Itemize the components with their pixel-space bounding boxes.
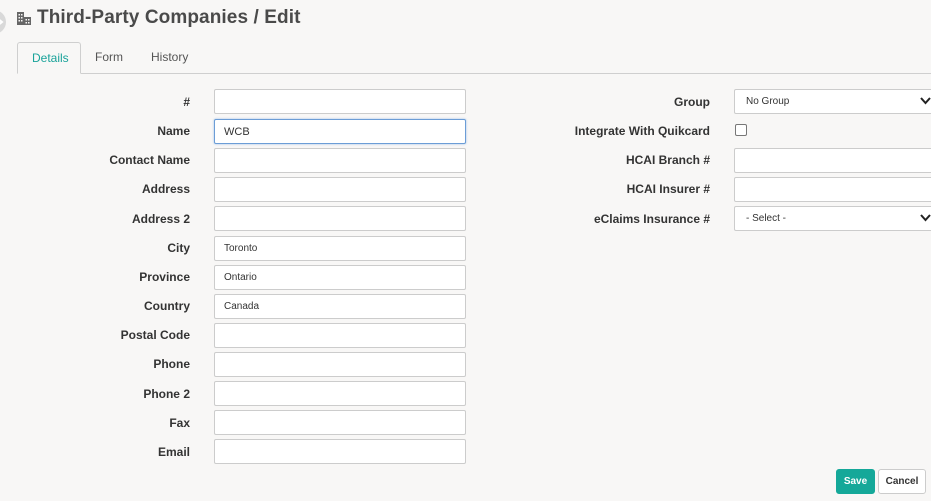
page-header: Third-Party Companies / Edit [17,6,301,30]
chevron-right-icon [0,19,4,25]
name-input[interactable] [214,119,466,144]
name-label: Name [157,124,190,138]
eclaims-insurance-select[interactable]: - Select - [734,206,931,231]
building-icon [17,11,31,25]
eclaims-insurance-label: eClaims Insurance # [593,212,710,226]
country-label: Country [144,299,190,313]
province-input[interactable] [214,265,466,290]
address2-label: Address 2 [131,212,190,226]
save-button[interactable]: Save [836,469,875,494]
tab-bar: Details Form History [17,42,931,74]
country-input[interactable] [214,294,466,319]
fax-label: Fax [169,416,190,430]
phone2-label: Phone 2 [143,387,190,401]
address-input[interactable] [214,177,466,202]
province-label: Province [139,270,190,284]
phone-label: Phone [153,357,190,371]
contact-name-input[interactable] [214,148,466,173]
tab-history[interactable]: History [137,42,202,72]
group-label: Group [674,95,710,109]
postal-code-label: Postal Code [120,328,190,342]
hcai-insurer-input[interactable] [734,177,931,202]
cancel-button[interactable]: Cancel [878,469,926,494]
phone2-input[interactable] [214,381,466,406]
hcai-branch-label: HCAI Branch # [625,153,710,167]
tab-form[interactable]: Form [81,42,137,72]
tab-details[interactable]: Details [17,42,81,74]
email-label: Email [157,445,190,459]
group-select-value: No Group [746,96,790,107]
sidebar-collapse-handle[interactable] [0,10,6,34]
hcai-branch-input[interactable] [734,148,931,173]
chevron-down-icon [920,97,931,105]
chevron-down-icon [920,214,931,222]
email-input[interactable] [214,439,466,464]
integrate-quikcard-checkbox[interactable] [735,124,747,136]
contact-name-label: Contact Name [109,153,190,167]
number-input[interactable] [214,89,466,114]
integrate-quikcard-label: Integrate With Quikcard [574,124,710,138]
city-label: City [167,241,190,255]
hcai-insurer-label: HCAI Insurer # [626,182,710,196]
address2-input[interactable] [214,206,466,231]
page-title: Third-Party Companies / Edit [37,7,301,28]
number-label: # [183,95,190,109]
group-select[interactable]: No Group [734,89,931,114]
phone-input[interactable] [214,352,466,377]
postal-code-input[interactable] [214,323,466,348]
eclaims-insurance-select-value: - Select - [746,213,787,224]
address-label: Address [141,182,190,196]
fax-input[interactable] [214,410,466,435]
city-input[interactable] [214,236,466,261]
